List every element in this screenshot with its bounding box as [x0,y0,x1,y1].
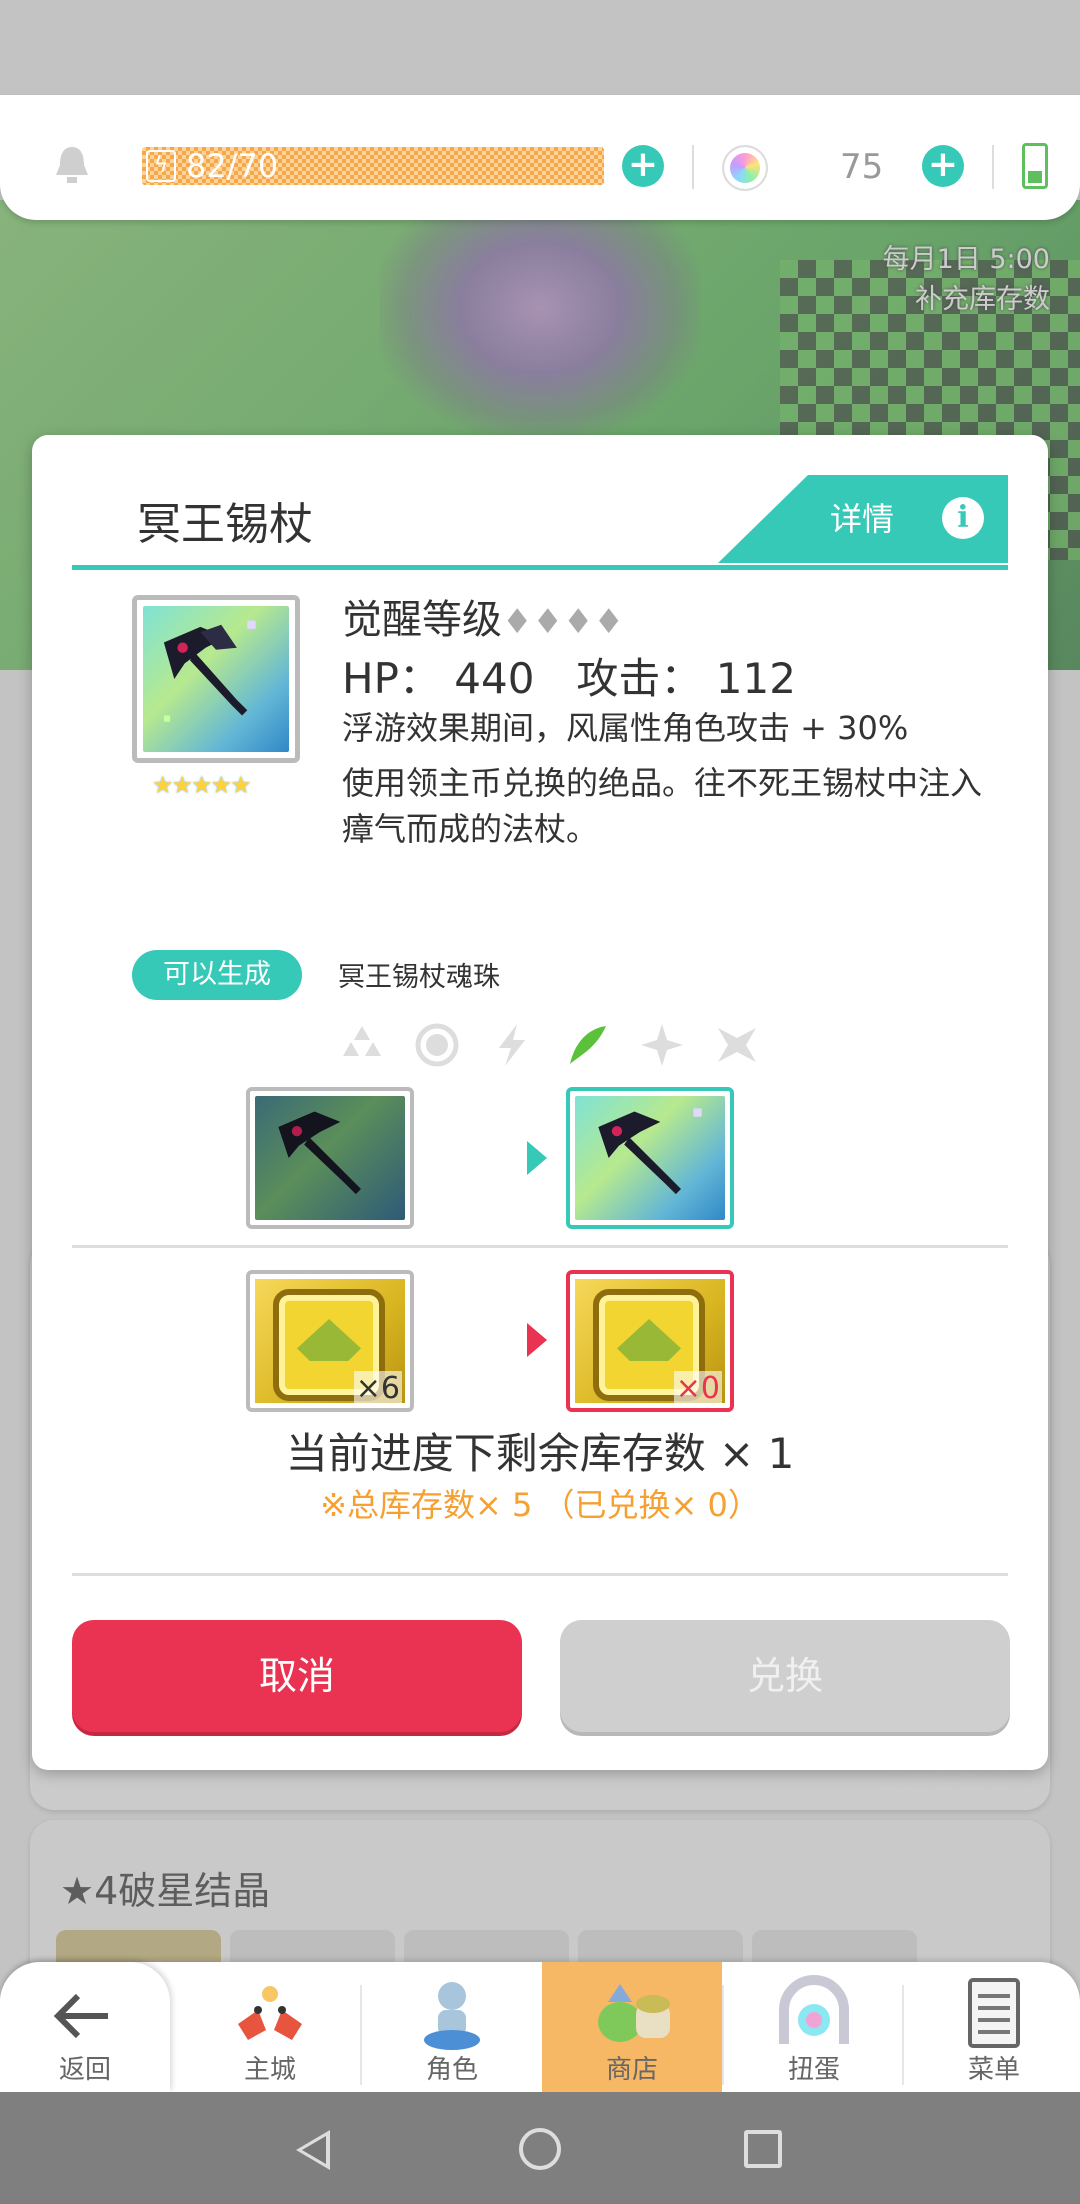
add-stamina-button[interactable]: + [622,145,664,187]
system-recents-icon[interactable] [744,2130,782,2168]
battery-icon [1022,143,1048,189]
divider [992,145,994,189]
after-quantity: ×0 [673,1371,722,1406]
gem-count: 75 [840,147,884,187]
info-icon: i [942,497,984,539]
scythe-icon [598,1108,702,1195]
section-divider [72,1245,1008,1248]
nav-label: 菜单 [967,2055,1020,2085]
nav-label: 角色 [425,2055,478,2085]
nav-back[interactable]: 返回 [0,1962,170,2092]
total-stock: ※总库存数× 5 （已兑换× 0） [320,1486,760,1524]
shop-icon [598,1984,670,2042]
top-status-bar: ϟ 82/70 + 75 + [0,95,1080,220]
bell-icon[interactable] [52,143,92,185]
system-back-icon[interactable] [296,2130,330,2170]
awakening-diamonds: ♦♦♦♦ [502,602,624,642]
thunder-element-icon [499,1024,525,1066]
system-home-icon[interactable] [519,2128,561,2170]
stamina-bar: ϟ 82/70 [142,147,604,185]
cancel-button[interactable]: 取消 [72,1620,522,1732]
item-image [132,595,300,763]
nav-castle[interactable]: 主城 [180,1962,360,2092]
item-stats: HP： 440 攻击： 112 [342,654,796,703]
light-element-icon [415,1023,459,1067]
item-title: 冥王锡杖 [137,499,313,550]
star-element-icon [641,1024,683,1066]
nav-menu[interactable]: 菜单 [904,1962,1080,2092]
nav-label: 返回 [58,2055,111,2085]
nav-shop[interactable]: 商店 [542,1962,722,2092]
item-art [143,606,289,752]
add-gems-button[interactable]: + [922,145,964,187]
dark-element-icon [718,1028,756,1062]
divider [692,145,694,189]
element-icons [337,1020,817,1080]
generate-item-name: 冥王锡杖魂珠 [338,962,500,993]
owned-quantity: ×6 [353,1371,402,1406]
earth-element-icon [343,1026,381,1056]
awakening-label: 觉醒等级 [342,597,502,643]
remaining-stock: 当前进度下剩余库存数 × 1 [285,1429,795,1478]
arrow-right-icon [527,1323,547,1357]
system-nav-bar [0,2092,1080,2204]
item-art [575,1096,725,1220]
wind-element-icon [570,1026,606,1064]
title-underline [72,565,1008,570]
scythe-icon [163,620,256,722]
evolution-to-item [566,1087,734,1229]
item-description: 使用领主币兑换的绝品。往不死王锡杖中注入瘴气而成的法杖。 [342,764,983,848]
stamina-value: 82/70 [186,147,279,185]
item-effect: 浮游效果期间，风属性角色攻击 + 30% [342,709,909,747]
menu-icon [968,1978,1020,2048]
exchange-dialog: 冥王锡杖 详情 i ★★★★★ 觉醒等级♦♦♦♦ HP： 440 攻击： 112… [32,435,1048,1770]
evolution-from-item [246,1087,414,1229]
arrow-right-icon [527,1141,547,1175]
cost-owned: ×6 [246,1270,414,1412]
character-icon [424,1982,480,2050]
back-arrow-icon [53,1993,108,2039]
scythe-icon [278,1111,361,1195]
nav-character[interactable]: 角色 [362,1962,542,2092]
awakening-level: 觉醒等级♦♦♦♦ [342,587,624,645]
gacha-icon [779,1975,849,2044]
generate-badge: 可以生成 [132,950,302,1000]
nav-gacha[interactable]: 扭蛋 [724,1962,904,2092]
rarity-stars: ★★★★★ [152,771,252,799]
nav-label: 主城 [243,2055,296,2085]
nav-label: 商店 [605,2055,658,2085]
detail-button[interactable]: 详情 i [718,475,1008,563]
exchange-button[interactable]: 兑换 [560,1620,1010,1732]
nav-label: 扭蛋 [787,2055,840,2085]
section-divider [72,1573,1008,1576]
item-art [255,1096,405,1220]
lightning-icon: ϟ [146,150,176,182]
castle-icon [238,1986,302,2040]
cost-after: ×0 [566,1270,734,1412]
gem-icon [722,145,768,191]
detail-label: 详情 [830,500,895,538]
